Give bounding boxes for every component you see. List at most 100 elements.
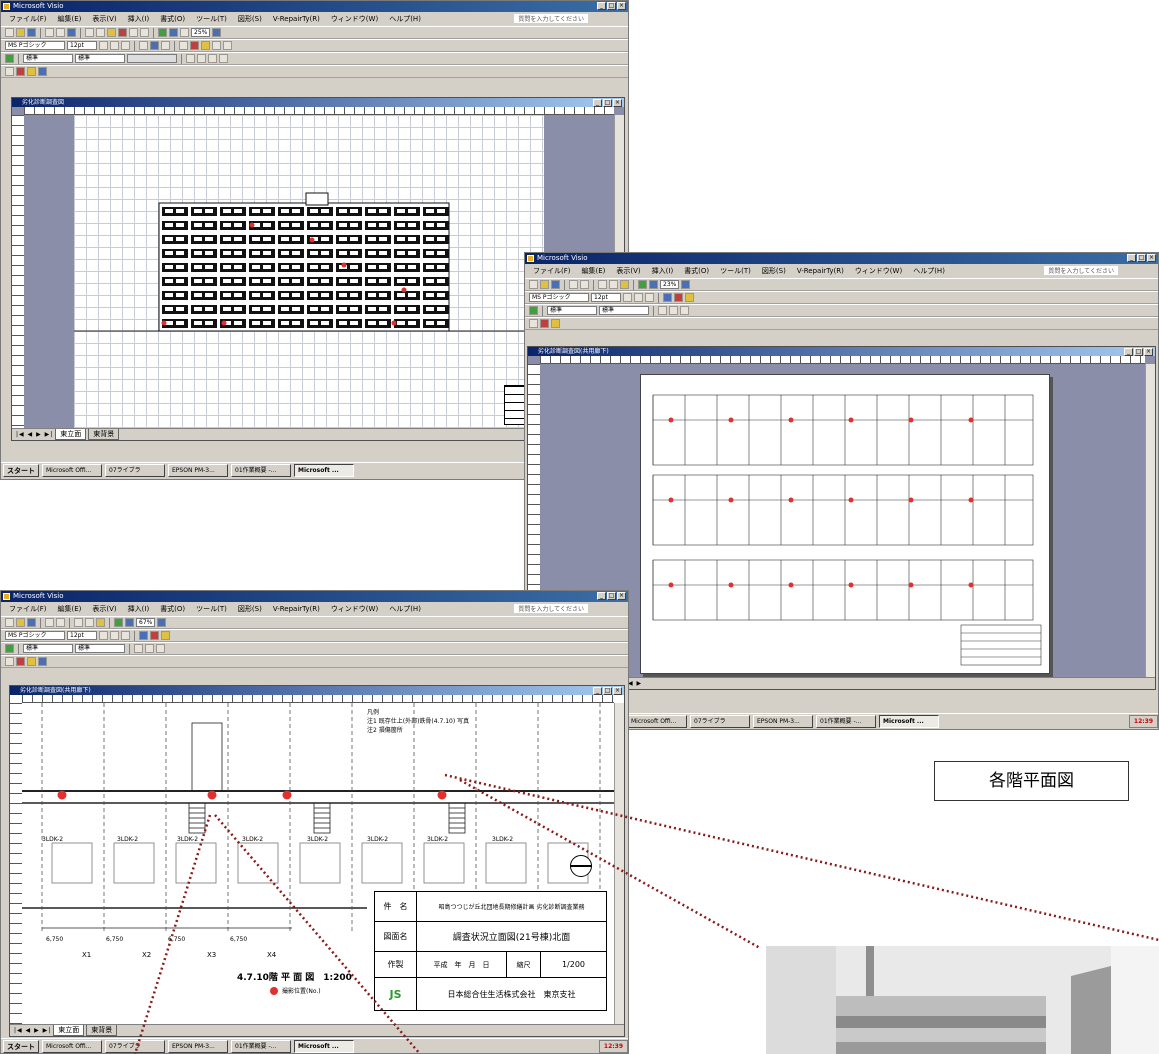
menu-window[interactable]: ウィンドウ(W) (331, 14, 378, 24)
shapes-icon[interactable] (529, 306, 538, 315)
help-search-input[interactable]: 質問を入力してください (514, 14, 588, 23)
taskbar-item[interactable]: 07ライブラ (690, 715, 750, 728)
menu-edit[interactable]: 編集(E) (58, 604, 82, 614)
font-select[interactable]: MS Pゴシック (529, 293, 589, 302)
minimize-icon[interactable]: _ (597, 592, 606, 600)
open-icon[interactable] (16, 28, 25, 37)
vertical-scrollbar[interactable] (1145, 364, 1155, 677)
tab-east-background[interactable]: 東背景 (88, 429, 120, 440)
line-tool-icon[interactable] (658, 306, 667, 315)
undo-icon[interactable] (129, 28, 138, 37)
marker-icon[interactable] (16, 657, 25, 666)
align-center-icon[interactable] (150, 41, 159, 50)
menu-format[interactable]: 書式(O) (684, 266, 709, 276)
menu-vrepair[interactable]: V-RepairTy(R) (273, 605, 320, 613)
menu-file[interactable]: ファイル(F) (9, 14, 47, 24)
menu-view[interactable]: 表示(V) (92, 14, 116, 24)
save-icon[interactable] (551, 280, 560, 289)
frame-icon[interactable] (38, 67, 47, 76)
underline-icon[interactable] (645, 293, 654, 302)
paste-icon[interactable] (620, 280, 629, 289)
rect-tool-icon[interactable] (145, 644, 154, 653)
fill-color-icon[interactable] (161, 631, 170, 640)
help-search-input[interactable]: 質問を入力してください (1044, 266, 1118, 275)
menu-help[interactable]: ヘルプ(H) (913, 266, 945, 276)
preview-icon[interactable] (56, 618, 65, 627)
fill-color-icon[interactable] (685, 293, 694, 302)
shapes-icon[interactable] (5, 644, 14, 653)
menu-tools[interactable]: ツール(T) (720, 266, 751, 276)
redo-icon[interactable] (140, 28, 149, 37)
maximize-icon[interactable]: □ (607, 2, 616, 10)
tab-nav-arrows[interactable]: |◀ ◀ ▶ ▶| (16, 431, 53, 438)
doc-close-icon[interactable]: × (613, 99, 622, 107)
font-size-select[interactable]: 12pt (67, 41, 97, 50)
menu-shape[interactable]: 図形(S) (238, 14, 262, 24)
ellipse-tool-icon[interactable] (208, 54, 217, 63)
zoom-select[interactable]: 23% (660, 280, 680, 289)
print-icon[interactable] (569, 280, 578, 289)
align-center-icon[interactable] (663, 293, 672, 302)
menu-window[interactable]: ウィンドウ(W) (855, 266, 902, 276)
align-left-icon[interactable] (139, 41, 148, 50)
line-style-select[interactable]: 標準 (23, 644, 73, 653)
doc-close-icon[interactable]: × (1144, 348, 1153, 356)
menu-file[interactable]: ファイル(F) (533, 266, 571, 276)
menu-insert[interactable]: 挿入(I) (652, 266, 674, 276)
doc-maximize-icon[interactable]: □ (1134, 348, 1143, 356)
menu-tools[interactable]: ツール(T) (196, 604, 227, 614)
taskbar-item[interactable]: 07ライブラ (105, 464, 165, 477)
menu-vrepair[interactable]: V-RepairTy(R) (797, 267, 844, 275)
connector-icon[interactable] (649, 280, 658, 289)
start-button[interactable]: スタート (3, 464, 39, 477)
taskbar-item[interactable]: Microsoft Offi... (42, 1040, 102, 1053)
line-tool-icon[interactable] (134, 644, 143, 653)
taskbar-item[interactable]: 07ライブラ (105, 1040, 165, 1053)
text-tool-icon[interactable] (180, 28, 189, 37)
rect-tool-icon[interactable] (197, 54, 206, 63)
stamp-icon[interactable] (27, 67, 36, 76)
taskbar-item[interactable]: 01作業概要 -... (231, 464, 291, 477)
preview-icon[interactable] (580, 280, 589, 289)
save-icon[interactable] (27, 28, 36, 37)
menu-help[interactable]: ヘルプ(H) (389, 14, 421, 24)
close-icon[interactable]: × (1147, 254, 1156, 262)
menu-vrepair[interactable]: V-RepairTy(R) (273, 15, 320, 23)
menu-window[interactable]: ウィンドウ(W) (331, 604, 378, 614)
font-select[interactable]: MS Pゴシック (5, 631, 65, 640)
print-icon[interactable] (45, 28, 54, 37)
help-icon[interactable] (681, 280, 691, 289)
doc-minimize-icon[interactable]: _ (1124, 348, 1133, 356)
help-icon[interactable] (157, 618, 167, 627)
fill-style-select[interactable]: 標準 (75, 644, 125, 653)
align-right-icon[interactable] (161, 41, 170, 50)
maximize-icon[interactable]: □ (607, 592, 616, 600)
window-titlebar[interactable]: Microsoft Visio _ □ × (1, 591, 628, 602)
pencil-icon[interactable] (219, 54, 228, 63)
pointer-icon[interactable] (114, 618, 123, 627)
menu-format[interactable]: 書式(O) (160, 14, 185, 24)
arrow-icon[interactable] (5, 67, 14, 76)
fill-style-select[interactable]: 標準 (75, 54, 125, 63)
marker-icon[interactable] (540, 319, 549, 328)
ellipse-tool-icon[interactable] (156, 644, 165, 653)
bold-icon[interactable] (623, 293, 632, 302)
cut-icon[interactable] (85, 28, 94, 37)
line-weight-icon[interactable] (212, 41, 221, 50)
menu-format[interactable]: 書式(O) (160, 604, 185, 614)
copy-icon[interactable] (609, 280, 618, 289)
doc-minimize-icon[interactable]: _ (593, 687, 602, 695)
taskbar-item[interactable]: EPSON PM-3... (168, 464, 228, 477)
align-center-icon[interactable] (139, 631, 148, 640)
stamp-icon[interactable] (27, 657, 36, 666)
italic-icon[interactable] (110, 631, 119, 640)
doc-maximize-icon[interactable]: □ (603, 99, 612, 107)
taskbar-item[interactable]: Microsoft Offi... (627, 715, 687, 728)
menu-view[interactable]: 表示(V) (616, 266, 640, 276)
drawing-canvas[interactable] (540, 364, 1145, 677)
taskbar-item[interactable]: EPSON PM-3... (168, 1040, 228, 1053)
tab-east-elevation[interactable]: 東立面 (55, 429, 87, 440)
font-size-select[interactable]: 12pt (591, 293, 621, 302)
close-icon[interactable]: × (617, 2, 626, 10)
print-icon[interactable] (45, 618, 54, 627)
